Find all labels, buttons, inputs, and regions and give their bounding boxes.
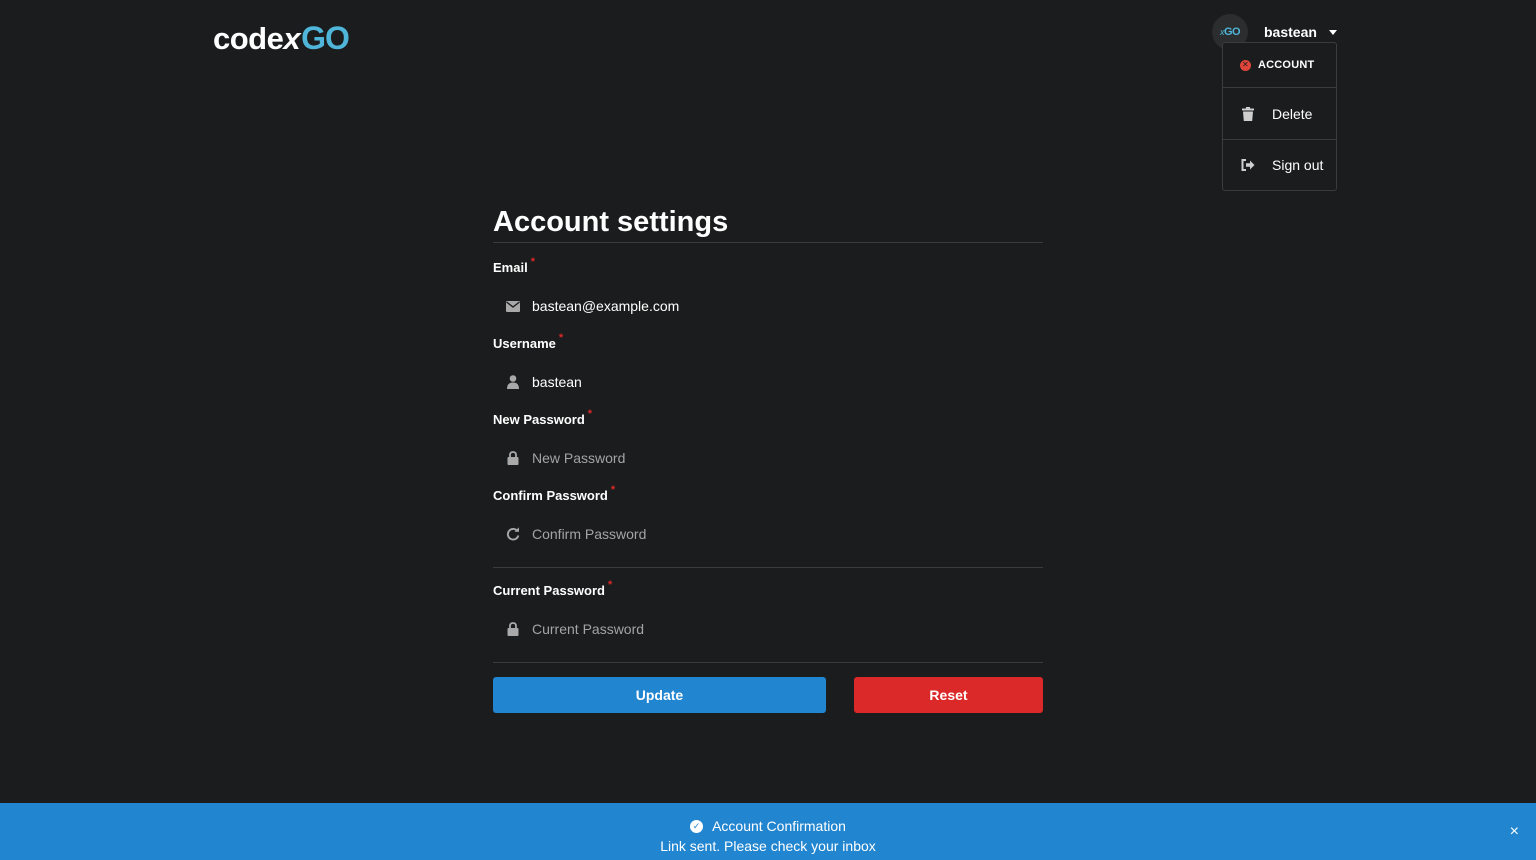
email-input[interactable] bbox=[532, 298, 1012, 314]
current-password-label-text: Current Password bbox=[493, 583, 605, 598]
caret-down-icon bbox=[1328, 29, 1337, 35]
username-field-group: Username * bbox=[493, 332, 1043, 401]
username-label: bastean bbox=[1264, 24, 1317, 40]
email-field-group: Email * bbox=[493, 256, 1043, 325]
logo-text-code: code bbox=[213, 21, 284, 56]
username-label: Username * bbox=[493, 332, 563, 352]
trash-icon bbox=[1241, 106, 1255, 121]
confirm-password-field-group: Confirm Password * bbox=[493, 484, 1043, 553]
new-password-label-text: New Password bbox=[493, 412, 585, 427]
email-label-text: Email bbox=[493, 260, 528, 275]
email-input-wrapper bbox=[493, 287, 1043, 325]
toast-title: Account Confirmation bbox=[712, 818, 846, 834]
confirm-password-input-wrapper bbox=[493, 515, 1043, 553]
page-title: Account settings bbox=[493, 206, 729, 238]
confirm-password-label: Confirm Password * bbox=[493, 484, 615, 504]
username-label-text: Username bbox=[493, 336, 556, 351]
required-mark: * bbox=[530, 256, 535, 268]
codexgo-logo[interactable]: code x GO bbox=[213, 20, 350, 56]
confirm-password-label-text: Confirm Password bbox=[493, 488, 608, 503]
current-password-label: Current Password * bbox=[493, 579, 612, 599]
toast-message: Link sent. Please check your inbox bbox=[660, 838, 876, 854]
user-icon bbox=[505, 375, 521, 389]
check-circle-icon: ✓ bbox=[690, 819, 704, 833]
email-label: Email * bbox=[493, 256, 535, 276]
dropdown-item-sign-out[interactable]: Sign out bbox=[1223, 139, 1336, 190]
required-mark: * bbox=[607, 579, 613, 591]
current-password-field-group: Current Password * bbox=[493, 579, 1043, 648]
dropdown-header-label: ACCOUNT bbox=[1258, 59, 1315, 71]
close-icon[interactable]: × bbox=[1510, 824, 1519, 840]
username-input-wrapper bbox=[493, 363, 1043, 401]
redo-icon bbox=[505, 527, 521, 541]
new-password-field-group: New Password * bbox=[493, 408, 1043, 477]
sign-out-icon bbox=[1241, 159, 1255, 171]
new-password-input-wrapper bbox=[493, 439, 1043, 477]
new-password-input[interactable] bbox=[532, 450, 1012, 466]
dropdown-item-delete[interactable]: Delete bbox=[1223, 88, 1336, 139]
times-circle-icon: ✕ bbox=[1240, 59, 1251, 71]
dropdown-item-label: Delete bbox=[1272, 105, 1313, 122]
logo-text-go: GO bbox=[301, 20, 350, 56]
required-mark: * bbox=[558, 332, 564, 344]
lock-icon bbox=[505, 451, 521, 465]
toast-notification: ✓ Account Confirmation Link sent. Please… bbox=[0, 803, 1536, 860]
dropdown-header: ✕ ACCOUNT bbox=[1223, 43, 1336, 88]
section-divider bbox=[493, 662, 1043, 663]
user-dropdown-menu: ✕ ACCOUNT Delete Sign out bbox=[1222, 42, 1337, 191]
new-password-label: New Password * bbox=[493, 408, 592, 428]
toast-title-row: ✓ Account Confirmation bbox=[0, 816, 1536, 836]
reset-button[interactable]: Reset bbox=[854, 677, 1043, 713]
form-actions: Update Reset bbox=[493, 677, 1043, 713]
confirm-password-input[interactable] bbox=[532, 526, 1012, 542]
lock-icon bbox=[505, 622, 521, 636]
current-password-input[interactable] bbox=[532, 621, 1012, 637]
username-input[interactable] bbox=[532, 374, 1012, 390]
section-divider bbox=[493, 567, 1043, 568]
envelope-icon bbox=[505, 300, 521, 312]
account-settings-form: Account settings Email* Username* New Pa… bbox=[493, 202, 1043, 713]
logo-text-x: x bbox=[283, 21, 301, 56]
required-mark: * bbox=[610, 484, 616, 496]
title-divider bbox=[493, 242, 1043, 243]
update-button[interactable]: Update bbox=[493, 677, 826, 713]
current-password-input-wrapper bbox=[493, 610, 1043, 648]
required-mark: * bbox=[587, 408, 593, 420]
dropdown-item-label: Sign out bbox=[1272, 157, 1324, 173]
avatar-text-go: GO bbox=[1223, 26, 1241, 38]
